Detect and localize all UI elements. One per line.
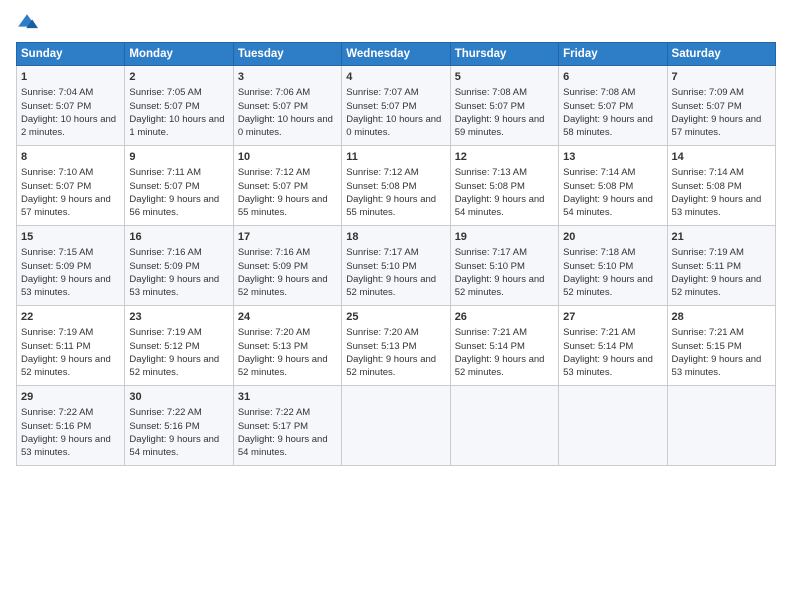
day-header: Sunday: [17, 43, 125, 66]
day-number: 25: [346, 310, 445, 325]
day-header: Thursday: [450, 43, 558, 66]
day-number: 14: [672, 150, 771, 165]
calendar-week: 15Sunrise: 7:15 AMSunset: 5:09 PMDayligh…: [17, 226, 776, 306]
day-number: 16: [129, 230, 228, 245]
day-number: 2: [129, 70, 228, 85]
day-number: 8: [21, 150, 120, 165]
day-number: 31: [238, 390, 337, 405]
day-number: 5: [455, 70, 554, 85]
calendar-cell: 7Sunrise: 7:09 AMSunset: 5:07 PMDaylight…: [667, 66, 775, 146]
day-header: Tuesday: [233, 43, 341, 66]
logo: [16, 12, 40, 34]
day-number: 18: [346, 230, 445, 245]
day-number: 30: [129, 390, 228, 405]
day-number: 3: [238, 70, 337, 85]
calendar-cell: 9Sunrise: 7:11 AMSunset: 5:07 PMDaylight…: [125, 146, 233, 226]
calendar-cell: 4Sunrise: 7:07 AMSunset: 5:07 PMDaylight…: [342, 66, 450, 146]
day-number: 17: [238, 230, 337, 245]
calendar-cell: 24Sunrise: 7:20 AMSunset: 5:13 PMDayligh…: [233, 306, 341, 386]
header-row: SundayMondayTuesdayWednesdayThursdayFrid…: [17, 43, 776, 66]
day-number: 21: [672, 230, 771, 245]
calendar-week: 29Sunrise: 7:22 AMSunset: 5:16 PMDayligh…: [17, 386, 776, 466]
calendar-cell: 10Sunrise: 7:12 AMSunset: 5:07 PMDayligh…: [233, 146, 341, 226]
calendar-cell: 30Sunrise: 7:22 AMSunset: 5:16 PMDayligh…: [125, 386, 233, 466]
calendar-cell: 5Sunrise: 7:08 AMSunset: 5:07 PMDaylight…: [450, 66, 558, 146]
calendar-cell: 19Sunrise: 7:17 AMSunset: 5:10 PMDayligh…: [450, 226, 558, 306]
calendar-cell: [559, 386, 667, 466]
day-number: 4: [346, 70, 445, 85]
calendar-table: SundayMondayTuesdayWednesdayThursdayFrid…: [16, 42, 776, 466]
calendar-week: 8Sunrise: 7:10 AMSunset: 5:07 PMDaylight…: [17, 146, 776, 226]
day-number: 10: [238, 150, 337, 165]
calendar-cell: 21Sunrise: 7:19 AMSunset: 5:11 PMDayligh…: [667, 226, 775, 306]
header: [16, 12, 776, 34]
calendar-cell: 12Sunrise: 7:13 AMSunset: 5:08 PMDayligh…: [450, 146, 558, 226]
calendar-week: 1Sunrise: 7:04 AMSunset: 5:07 PMDaylight…: [17, 66, 776, 146]
calendar-cell: [450, 386, 558, 466]
day-number: 12: [455, 150, 554, 165]
day-number: 13: [563, 150, 662, 165]
day-number: 1: [21, 70, 120, 85]
calendar-cell: 6Sunrise: 7:08 AMSunset: 5:07 PMDaylight…: [559, 66, 667, 146]
calendar-cell: 2Sunrise: 7:05 AMSunset: 5:07 PMDaylight…: [125, 66, 233, 146]
calendar-cell: 23Sunrise: 7:19 AMSunset: 5:12 PMDayligh…: [125, 306, 233, 386]
calendar-cell: 28Sunrise: 7:21 AMSunset: 5:15 PMDayligh…: [667, 306, 775, 386]
day-number: 7: [672, 70, 771, 85]
day-number: 24: [238, 310, 337, 325]
logo-icon: [16, 12, 38, 34]
day-number: 11: [346, 150, 445, 165]
calendar-cell: 11Sunrise: 7:12 AMSunset: 5:08 PMDayligh…: [342, 146, 450, 226]
day-header: Saturday: [667, 43, 775, 66]
calendar-cell: 27Sunrise: 7:21 AMSunset: 5:14 PMDayligh…: [559, 306, 667, 386]
calendar-cell: 31Sunrise: 7:22 AMSunset: 5:17 PMDayligh…: [233, 386, 341, 466]
day-number: 22: [21, 310, 120, 325]
calendar-cell: 1Sunrise: 7:04 AMSunset: 5:07 PMDaylight…: [17, 66, 125, 146]
day-number: 6: [563, 70, 662, 85]
day-number: 20: [563, 230, 662, 245]
day-number: 9: [129, 150, 228, 165]
calendar-cell: 17Sunrise: 7:16 AMSunset: 5:09 PMDayligh…: [233, 226, 341, 306]
day-number: 29: [21, 390, 120, 405]
day-number: 19: [455, 230, 554, 245]
day-number: 27: [563, 310, 662, 325]
day-number: 28: [672, 310, 771, 325]
day-header: Friday: [559, 43, 667, 66]
calendar-cell: 18Sunrise: 7:17 AMSunset: 5:10 PMDayligh…: [342, 226, 450, 306]
calendar-cell: 20Sunrise: 7:18 AMSunset: 5:10 PMDayligh…: [559, 226, 667, 306]
calendar-cell: 8Sunrise: 7:10 AMSunset: 5:07 PMDaylight…: [17, 146, 125, 226]
calendar-cell: [342, 386, 450, 466]
calendar-cell: 14Sunrise: 7:14 AMSunset: 5:08 PMDayligh…: [667, 146, 775, 226]
calendar-week: 22Sunrise: 7:19 AMSunset: 5:11 PMDayligh…: [17, 306, 776, 386]
calendar-cell: 13Sunrise: 7:14 AMSunset: 5:08 PMDayligh…: [559, 146, 667, 226]
day-number: 26: [455, 310, 554, 325]
day-number: 15: [21, 230, 120, 245]
calendar-cell: 22Sunrise: 7:19 AMSunset: 5:11 PMDayligh…: [17, 306, 125, 386]
calendar-page: SundayMondayTuesdayWednesdayThursdayFrid…: [0, 0, 792, 612]
calendar-cell: 25Sunrise: 7:20 AMSunset: 5:13 PMDayligh…: [342, 306, 450, 386]
calendar-cell: [667, 386, 775, 466]
calendar-cell: 3Sunrise: 7:06 AMSunset: 5:07 PMDaylight…: [233, 66, 341, 146]
calendar-cell: 29Sunrise: 7:22 AMSunset: 5:16 PMDayligh…: [17, 386, 125, 466]
day-header: Wednesday: [342, 43, 450, 66]
day-number: 23: [129, 310, 228, 325]
calendar-cell: 15Sunrise: 7:15 AMSunset: 5:09 PMDayligh…: [17, 226, 125, 306]
calendar-cell: 16Sunrise: 7:16 AMSunset: 5:09 PMDayligh…: [125, 226, 233, 306]
calendar-cell: 26Sunrise: 7:21 AMSunset: 5:14 PMDayligh…: [450, 306, 558, 386]
day-header: Monday: [125, 43, 233, 66]
